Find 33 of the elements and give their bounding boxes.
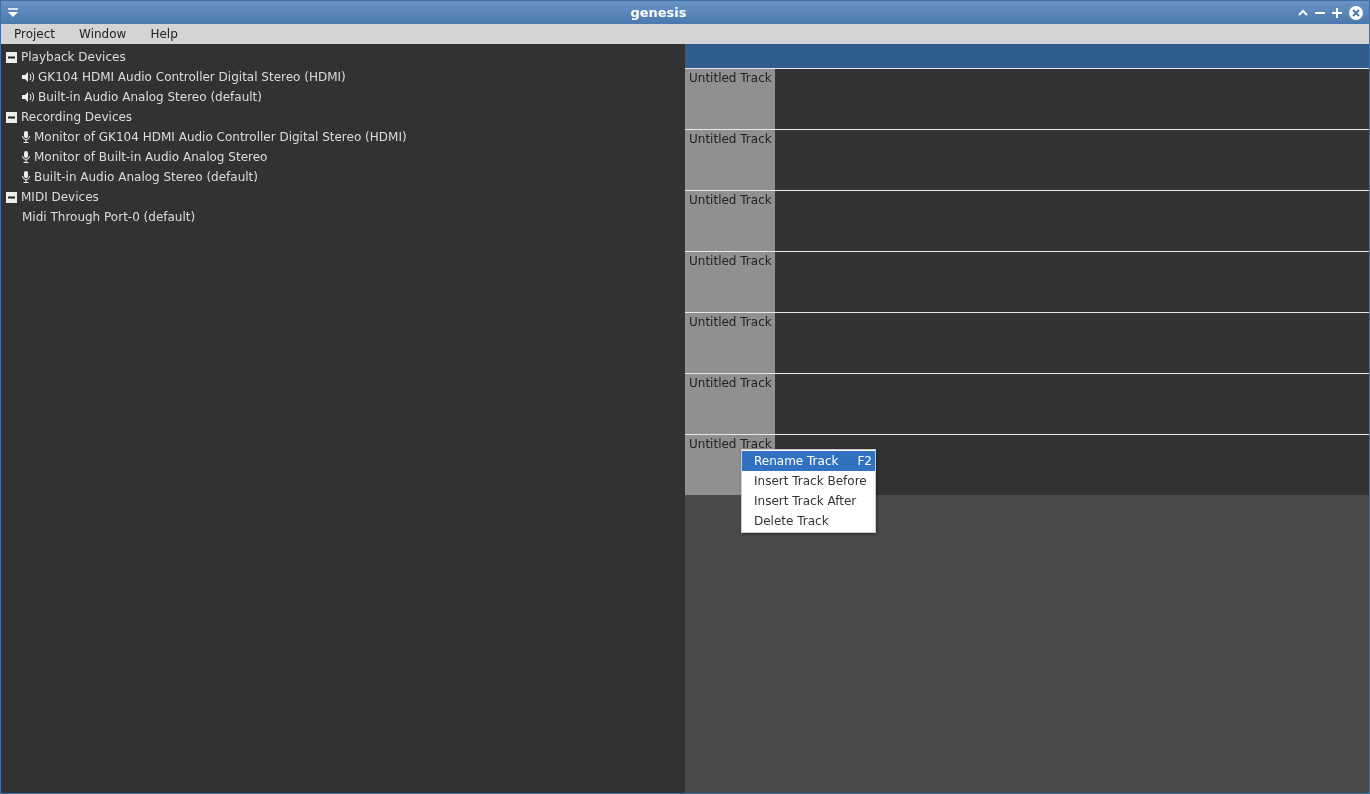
device-item[interactable]: Built-in Audio Analog Stereo (default) [34, 170, 258, 184]
context-menu-item[interactable]: Delete Track [742, 511, 875, 531]
microphone-icon [22, 171, 30, 183]
collapse-icon[interactable] [6, 191, 17, 203]
track-name[interactable]: Untitled Track [685, 69, 775, 129]
track-name[interactable]: Untitled Track [685, 130, 775, 190]
window-menu-icon[interactable] [7, 7, 19, 18]
shade-icon[interactable] [1298, 8, 1308, 17]
device-item[interactable]: Midi Through Port-0 (default) [22, 210, 196, 224]
close-icon[interactable] [1349, 5, 1363, 20]
device-item[interactable]: Built-in Audio Analog Stereo (default) [38, 90, 262, 104]
speaker-icon [22, 72, 34, 82]
tree-group-label[interactable]: Recording Devices [21, 110, 133, 124]
tree-group-label[interactable]: MIDI Devices [21, 190, 99, 204]
microphone-icon [22, 151, 30, 163]
track-name[interactable]: Untitled Track [685, 191, 775, 251]
speaker-icon [22, 92, 34, 102]
device-item[interactable]: GK104 HDMI Audio Controller Digital Stereo (HDMI) [38, 70, 346, 84]
device-item[interactable]: Monitor of GK104 HDMI Audio Controller Digital Stereo (HDMI) [34, 130, 407, 144]
track-name[interactable]: Untitled Track [685, 313, 775, 373]
track-name[interactable]: Untitled Track [685, 252, 775, 312]
collapse-icon[interactable] [6, 111, 17, 123]
menu-item[interactable]: Project [5, 27, 65, 41]
collapse-icon[interactable] [6, 51, 17, 63]
menu-item[interactable]: Help [141, 27, 187, 41]
tree-group-label[interactable]: Playback Devices [21, 50, 126, 64]
maximize-icon[interactable] [1332, 7, 1342, 18]
track-name[interactable]: Untitled Track [685, 374, 775, 434]
window-title: genesis [629, 5, 688, 20]
device-item[interactable]: Monitor of Built-in Audio Analog Stereo [34, 150, 268, 164]
microphone-icon [22, 131, 30, 143]
menu-item[interactable]: Window [70, 27, 136, 41]
context-menu-item[interactable]: Rename Track F2 [742, 451, 875, 471]
